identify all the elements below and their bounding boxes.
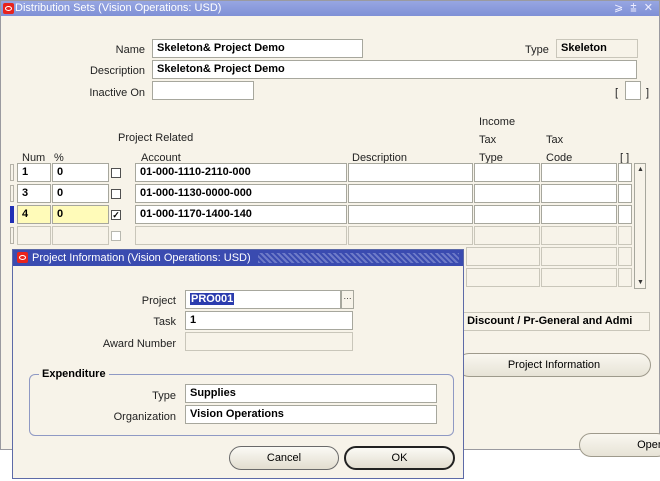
table-cell [618,268,632,287]
type-label: Type [525,44,549,56]
account-cell [135,226,347,245]
tax-code-cell[interactable] [541,205,617,224]
description-cell [348,226,473,245]
window-title: Distribution Sets (Vision Operations: US… [15,2,222,14]
pct-cell [52,226,109,245]
project-information-dialog: Project Information (Vision Operations: … [12,249,464,479]
current-row-indicator[interactable] [10,206,14,223]
num-cell[interactable]: 1 [17,163,51,182]
discount-account-field: I Discount / Pr-General and Admi [456,312,650,331]
folder-bracket-left: [ [615,87,619,99]
tax-type-cell[interactable] [474,184,540,203]
row-indicator[interactable] [10,185,14,202]
window-controls[interactable]: ⩾ ⩲ ✕ [614,1,655,16]
pct-cell[interactable]: 0 [52,205,109,224]
triangle-up-icon[interactable]: ▲ [637,166,644,173]
table-cell [466,268,540,287]
row-folder-cell[interactable] [618,205,632,224]
table-cell [541,268,617,287]
inactive-on-label: Inactive On [89,87,145,99]
project-related-checkbox[interactable] [111,168,121,178]
triangle-down-icon[interactable]: ▼ [637,279,644,286]
name-label: Name [115,44,145,56]
row-indicator[interactable] [10,164,14,181]
titlebar-pattern [258,253,459,263]
project-information-button-label: Project Information [507,359,601,371]
description-cell[interactable] [348,163,473,182]
income-tax-type-header-2: Tax [479,134,497,146]
open-button[interactable]: Open [579,433,660,457]
project-label: Project [141,295,176,307]
row-folder-cell[interactable] [618,184,632,203]
award-number-field [185,332,353,351]
table-cell [541,247,617,266]
account-cell[interactable]: 01-000-1110-2110-000 [135,163,347,182]
row-folder-cell[interactable] [618,163,632,182]
tax-type-cell[interactable] [474,205,540,224]
ok-button[interactable]: OK [344,446,455,470]
tax-code-cell[interactable] [541,184,617,203]
ellipsis-icon[interactable]: ··· [341,290,354,309]
description-cell[interactable] [348,205,473,224]
inactive-on-field[interactable] [152,81,254,100]
type-field: Skeleton [556,39,638,58]
name-field[interactable]: Skeleton& Project Demo [152,39,363,58]
dialog-titlebar[interactable]: Project Information (Vision Operations: … [13,250,463,266]
oracle-o-icon [17,252,28,263]
expenditure-organization-field[interactable]: Vision Operations [185,405,437,424]
award-number-label: Award Number [102,338,176,350]
account-cell[interactable]: 01-000-1130-0000-000 [135,184,347,203]
project-related-checkbox [111,231,121,241]
project-information-button[interactable]: Project Information [457,353,651,377]
cancel-button-label: Cancel [266,452,302,464]
table-scrollbar[interactable]: ▲ ▼ [634,163,646,289]
description-label: Description [89,65,145,77]
project-related-checkbox[interactable] [111,189,121,199]
pct-cell[interactable]: 0 [52,184,109,203]
dialog-title: Project Information (Vision Operations: … [32,252,251,264]
tax-code-cell[interactable] [541,163,617,182]
num-cell[interactable]: 4 [17,205,51,224]
tax-code-header-1: Tax [546,134,564,146]
project-field[interactable]: PRO001 [185,290,341,309]
oracle-o-icon [3,3,14,14]
tax-code-cell [541,226,617,245]
pct-cell[interactable]: 0 [52,163,109,182]
project-related-checkbox[interactable]: ✓ [111,210,121,220]
task-label: Task [153,316,176,328]
num-cell[interactable]: 3 [17,184,51,203]
expenditure-type-field[interactable]: Supplies [185,384,437,403]
tax-type-cell[interactable] [474,163,540,182]
task-field[interactable]: 1 [185,311,353,330]
project-value: PRO001 [190,293,235,305]
account-cell[interactable]: 01-000-1170-1400-140 [135,205,347,224]
expenditure-label: Expenditure [39,368,109,380]
income-tax-type-header-1: Income [479,116,516,128]
table-cell [466,247,540,266]
table-cell [618,247,632,266]
row-indicator[interactable] [10,227,14,244]
row-folder-cell [618,226,632,245]
project-related-header: Project Related [118,132,194,144]
window-titlebar[interactable]: Distribution Sets (Vision Operations: US… [1,1,659,16]
header-folder-field[interactable] [625,81,641,100]
expenditure-organization-label: Organization [113,411,176,423]
expenditure-type-label: Type [152,390,176,402]
ok-button-label: OK [391,452,408,464]
folder-bracket-right: ] [646,87,650,99]
description-field[interactable]: Skeleton& Project Demo [152,60,637,79]
tax-type-cell [474,226,540,245]
num-cell [17,226,51,245]
open-button-label: Open [637,439,660,451]
description-cell[interactable] [348,184,473,203]
cancel-button[interactable]: Cancel [229,446,339,470]
